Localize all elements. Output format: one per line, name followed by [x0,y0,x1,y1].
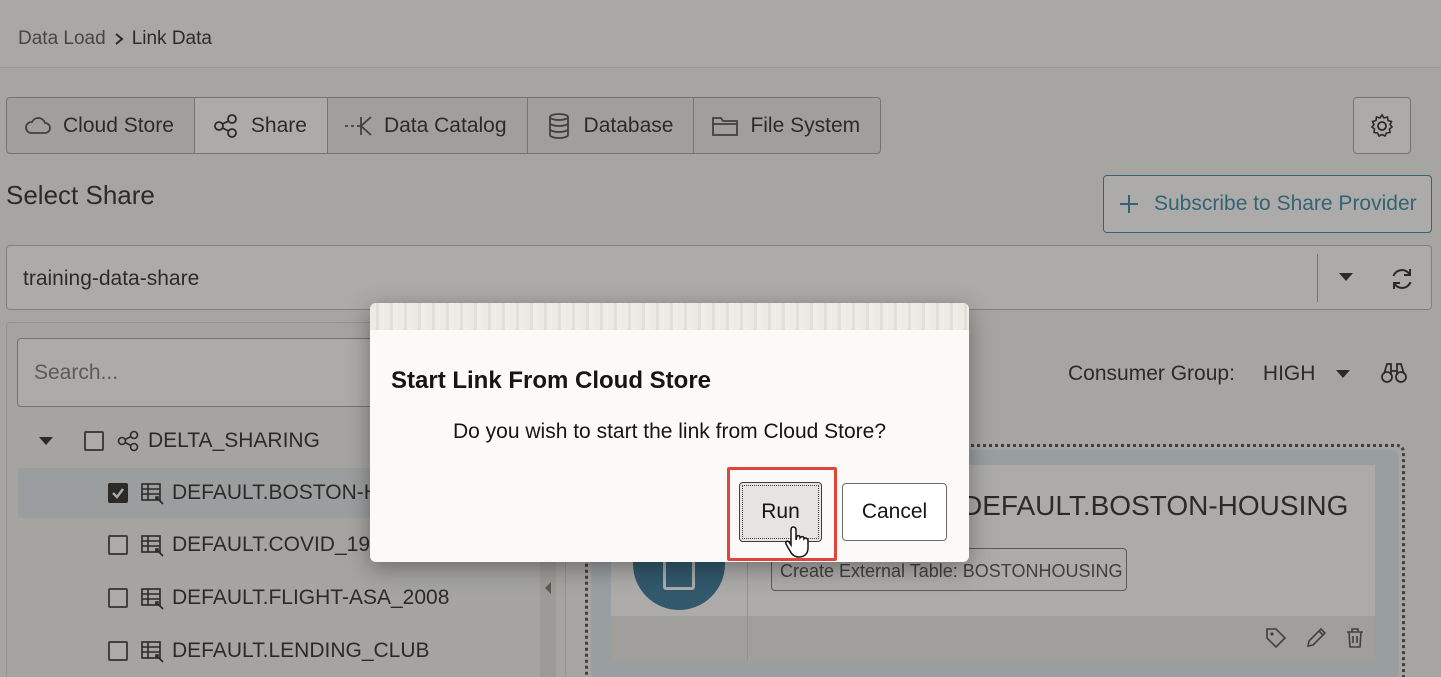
cancel-button[interactable]: Cancel [842,483,947,541]
start-link-dialog: Start Link From Cloud Store Do you wish … [370,303,969,562]
dialog-header-band [370,303,969,330]
link-data-page: Data Load Link Data Cloud Store Share Da… [0,0,1441,677]
dialog-message: Do you wish to start the link from Cloud… [453,420,887,443]
hand-pointer-icon [785,526,809,558]
dialog-title: Start Link From Cloud Store [391,367,712,394]
